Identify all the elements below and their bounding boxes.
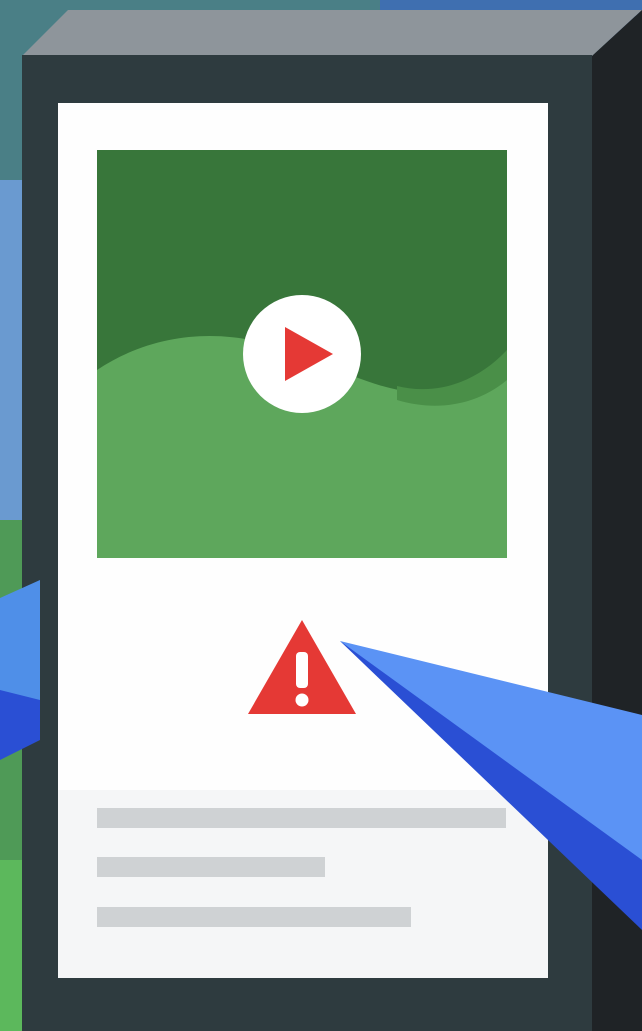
play-button[interactable] xyxy=(243,295,361,413)
text-placeholder-line xyxy=(97,808,506,828)
illustration-scene xyxy=(0,0,642,1031)
text-placeholder-line xyxy=(97,907,411,927)
warning-icon xyxy=(248,620,356,714)
text-placeholder-line xyxy=(97,857,325,877)
play-icon xyxy=(285,327,333,381)
